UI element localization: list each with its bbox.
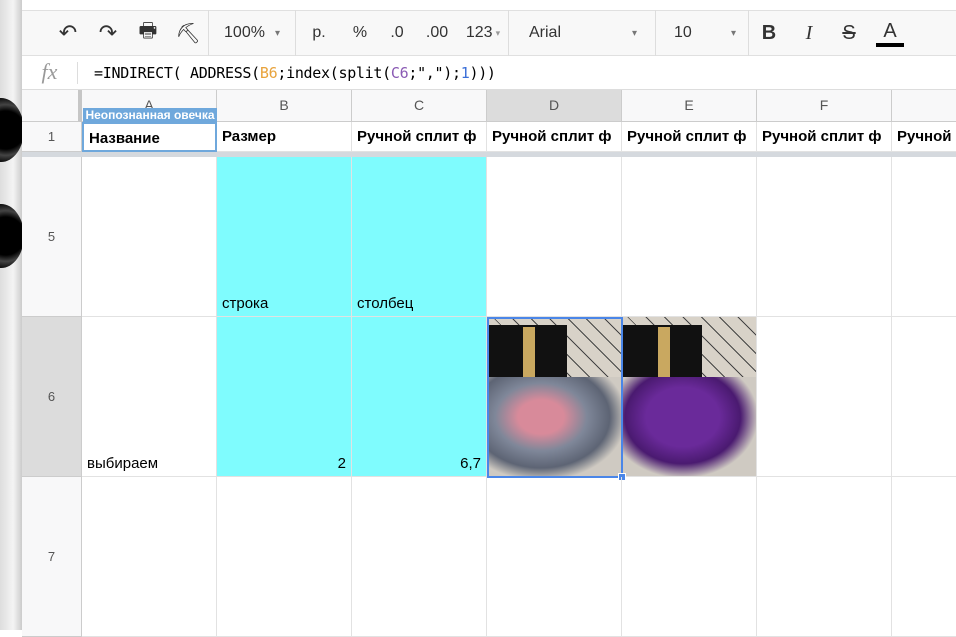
left-edge <box>0 0 22 630</box>
cell-e6[interactable] <box>622 317 757 477</box>
percent-button[interactable]: % <box>342 11 378 55</box>
formula-input[interactable]: =INDIRECT( ADDRESS(B6;index(split(C6;","… <box>78 64 496 82</box>
formula-bar: fx =INDIRECT( ADDRESS(B6;index(split(C6;… <box>22 57 956 90</box>
cell-g5[interactable] <box>892 157 956 317</box>
row-header-1[interactable]: 1 <box>22 122 82 152</box>
column-header-g[interactable] <box>892 90 956 122</box>
cell-b7[interactable] <box>217 477 352 637</box>
cell-a6[interactable]: выбираем <box>82 317 217 477</box>
print-icon[interactable]: 🖶 <box>128 11 168 55</box>
row-header-6[interactable]: 6 <box>22 317 82 477</box>
strikethrough-button[interactable]: S <box>829 11 869 55</box>
collaborator-tag: Неопознанная овечка <box>83 108 217 122</box>
cell-f7[interactable] <box>757 477 892 637</box>
row-header-5[interactable]: 5 <box>22 157 82 317</box>
cell-e5[interactable] <box>622 157 757 317</box>
fx-icon: fx <box>22 61 78 84</box>
formula-token: C6 <box>390 64 409 82</box>
cell-d1[interactable]: Ручной сплит ф <box>487 122 622 152</box>
cell-f5[interactable] <box>757 157 892 317</box>
cell-e1[interactable]: Ручной сплит ф <box>622 122 757 152</box>
format-label: 123 <box>465 24 493 41</box>
bold-button[interactable]: B <box>749 11 789 55</box>
select-all-corner[interactable] <box>22 90 82 122</box>
increase-decimal-button[interactable]: .00 <box>416 11 458 55</box>
cell-b1[interactable]: Размер <box>217 122 352 152</box>
text-color-label: A <box>883 19 897 42</box>
cell-c6[interactable]: 6,7 <box>352 317 487 477</box>
cell-e7[interactable] <box>622 477 757 637</box>
column-header-f[interactable]: F <box>757 90 892 122</box>
font-label: Arial <box>529 24 562 41</box>
size-label: 10 <box>674 24 692 41</box>
redo-icon[interactable]: ↷ <box>88 11 128 55</box>
column-header-c[interactable]: C <box>352 90 487 122</box>
zoom-select[interactable]: 100% ▾ <box>209 11 295 55</box>
cell-a7[interactable] <box>82 477 217 637</box>
cell-f6[interactable] <box>757 317 892 477</box>
cell-a5[interactable] <box>82 157 217 317</box>
cell-c1[interactable]: Ручной сплит ф <box>352 122 487 152</box>
column-header-e[interactable]: E <box>622 90 757 122</box>
toolbar: ↶ ↷ 🖶 ⛏ 100% ▾ р. % .0 .00 123 ▾ Arial ▾ 10… <box>22 10 956 56</box>
selection-outline <box>487 317 623 478</box>
text-color-button[interactable]: A <box>869 11 911 55</box>
column-header-b[interactable]: B <box>217 90 352 122</box>
undo-icon[interactable]: ↶ <box>48 11 88 55</box>
cell-g7[interactable] <box>892 477 956 637</box>
cell-c5[interactable]: столбец <box>352 157 487 317</box>
formula-token: =INDIRECT( ADDRESS( <box>94 64 260 82</box>
font-select[interactable]: Arial ▾ <box>509 11 655 55</box>
cell-b5[interactable]: строка <box>217 157 352 317</box>
spreadsheet-grid: A B C D E F Неопознанная овечка 1 Назван… <box>22 90 956 637</box>
cell-d5[interactable] <box>487 157 622 317</box>
column-header-d[interactable]: D <box>487 90 622 122</box>
cell-g1[interactable]: Ручной <box>892 122 956 152</box>
cell-f1[interactable]: Ручной сплит ф <box>757 122 892 152</box>
formula-token: ))) <box>469 64 496 82</box>
decrease-decimal-button[interactable]: .0 <box>378 11 416 55</box>
font-size-select[interactable]: 10 ▾ <box>656 11 748 55</box>
cell-d7[interactable] <box>487 477 622 637</box>
formula-token: B6 <box>259 64 278 82</box>
cell-a1[interactable]: Название <box>82 122 217 152</box>
cell-g6[interactable] <box>892 317 956 477</box>
cell-b6[interactable]: 2 <box>217 317 352 477</box>
italic-button[interactable]: I <box>789 11 829 55</box>
zoom-value: 100% <box>224 24 265 41</box>
cell-c7[interactable] <box>352 477 487 637</box>
number-format-select[interactable]: 123 ▾ <box>458 11 508 55</box>
currency-button[interactable]: р. <box>296 11 342 55</box>
scarf-image-purple <box>622 317 756 476</box>
paint-format-icon[interactable]: ⛏ <box>168 11 208 55</box>
row-header-7[interactable]: 7 <box>22 477 82 637</box>
formula-token: ;index(split( <box>277 64 391 82</box>
formula-token: ;","); <box>408 64 461 82</box>
